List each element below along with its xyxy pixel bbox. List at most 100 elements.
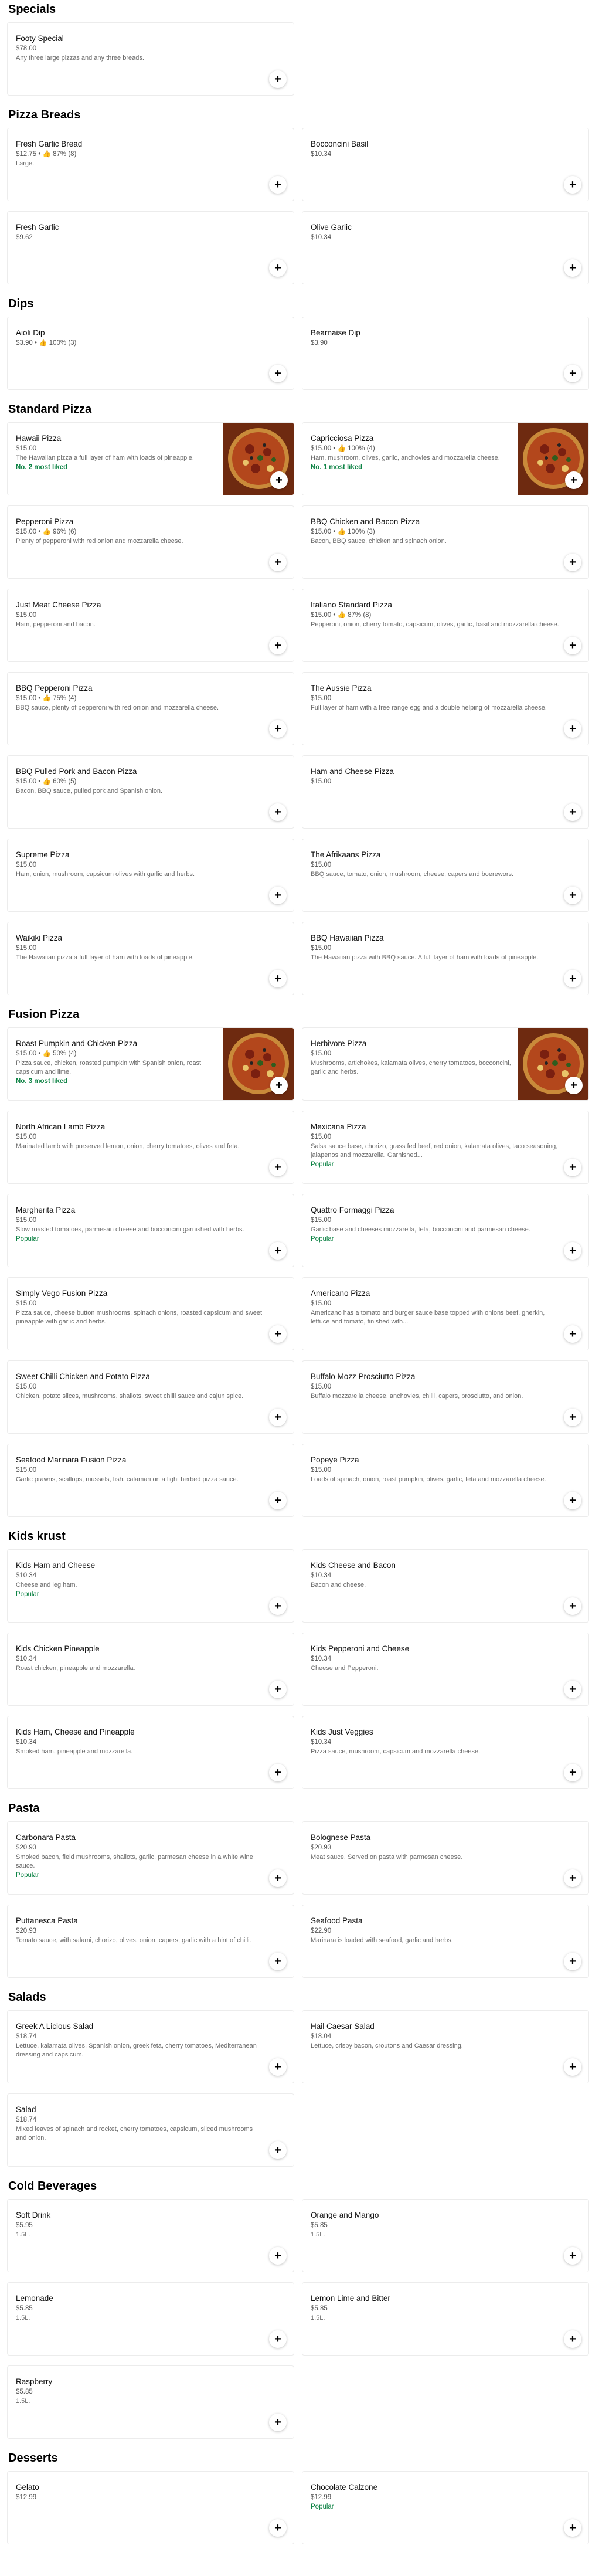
menu-item-card[interactable]: North African Lamb Pizza $15.00 Marinate… <box>7 1111 294 1184</box>
add-to-cart-button[interactable]: + <box>564 887 581 904</box>
menu-item-card[interactable]: Kids Ham and Cheese $10.34 Cheese and le… <box>7 1549 294 1623</box>
menu-item-card[interactable]: Raspberry $5.85 1.5L. + <box>7 2365 294 2439</box>
menu-item-card[interactable]: Kids Just Veggies $10.34 Pizza sauce, mu… <box>302 1716 589 1789</box>
add-to-cart-button[interactable]: + <box>269 2330 287 2348</box>
menu-item-card[interactable]: Lemon Lime and Bitter $5.85 1.5L. + <box>302 2282 589 2356</box>
add-to-cart-button[interactable]: + <box>269 1159 287 1176</box>
menu-item-card[interactable]: Margherita Pizza $15.00 Slow roasted tom… <box>7 1194 294 1267</box>
add-to-cart-button[interactable]: + <box>564 1159 581 1176</box>
menu-item-card[interactable]: Buffalo Mozz Prosciutto Pizza $15.00 Buf… <box>302 1360 589 1434</box>
menu-item-card[interactable]: Popeye Pizza $15.00 Loads of spinach, on… <box>302 1444 589 1517</box>
add-to-cart-button[interactable]: + <box>564 365 581 382</box>
add-to-cart-button[interactable]: + <box>269 1764 287 1781</box>
add-to-cart-button[interactable]: + <box>564 1409 581 1426</box>
add-to-cart-button[interactable]: + <box>564 2330 581 2348</box>
menu-item-card[interactable]: Waikiki Pizza $15.00 The Hawaiian pizza … <box>7 922 294 995</box>
add-to-cart-button[interactable]: + <box>269 176 287 194</box>
menu-item-card[interactable]: Bearnaise Dip $3.90 + <box>302 317 589 390</box>
menu-item-card[interactable]: Olive Garlic $10.34 + <box>302 211 589 284</box>
add-to-cart-button[interactable]: + <box>564 176 581 194</box>
menu-item-card[interactable]: Supreme Pizza $15.00 Ham, onion, mushroo… <box>7 839 294 912</box>
menu-item-card[interactable]: Sweet Chilli Chicken and Potato Pizza $1… <box>7 1360 294 1434</box>
add-to-cart-button[interactable]: + <box>564 970 581 987</box>
menu-item-card[interactable]: Fresh Garlic Bread $12.75 • 👍 87% (8) La… <box>7 128 294 201</box>
add-to-cart-button[interactable]: + <box>270 471 288 489</box>
add-to-cart-button[interactable]: + <box>564 1242 581 1260</box>
add-to-cart-button[interactable]: + <box>269 887 287 904</box>
menu-item-card[interactable]: Italiano Standard Pizza $15.00 • 👍 87% (… <box>302 589 589 662</box>
menu-item-card[interactable]: Roast Pumpkin and Chicken Pizza $15.00 •… <box>7 1027 294 1101</box>
add-to-cart-button[interactable]: + <box>564 1869 581 1887</box>
menu-item-card[interactable]: Gelato $12.99 + <box>7 2471 294 2544</box>
add-to-cart-button[interactable]: + <box>564 1953 581 1970</box>
add-to-cart-button[interactable]: + <box>564 1325 581 1343</box>
add-to-cart-button[interactable]: + <box>269 2058 287 2076</box>
add-to-cart-button[interactable]: + <box>269 554 287 571</box>
add-to-cart-button[interactable]: + <box>564 2519 581 2537</box>
add-to-cart-button[interactable]: + <box>269 1597 287 1615</box>
add-to-cart-button[interactable]: + <box>564 1764 581 1781</box>
menu-item-card[interactable]: Orange and Mango $5.85 1.5L. + <box>302 2199 589 2272</box>
menu-item-card[interactable]: Quattro Formaggi Pizza $15.00 Garlic bas… <box>302 1194 589 1267</box>
pizza-photo[interactable]: + <box>223 1028 294 1100</box>
menu-item-card[interactable]: Seafood Marinara Fusion Pizza $15.00 Gar… <box>7 1444 294 1517</box>
menu-item-card[interactable]: BBQ Pepperoni Pizza $15.00 • 👍 75% (4) B… <box>7 672 294 745</box>
add-to-cart-button[interactable]: + <box>269 1869 287 1887</box>
menu-item-card[interactable]: Seafood Pasta $22.90 Marinara is loaded … <box>302 1905 589 1978</box>
menu-item-card[interactable]: Kids Pepperoni and Cheese $10.34 Cheese … <box>302 1633 589 1706</box>
add-to-cart-button[interactable]: + <box>565 471 583 489</box>
menu-item-card[interactable]: Puttanesca Pasta $20.93 Tomato sauce, wi… <box>7 1905 294 1978</box>
menu-item-card[interactable]: Just Meat Cheese Pizza $15.00 Ham, peppe… <box>7 589 294 662</box>
menu-item-card[interactable]: Greek A Licious Salad $18.74 Lettuce, ka… <box>7 2010 294 2083</box>
menu-item-card[interactable]: Mexicana Pizza $15.00 Salsa sauce base, … <box>302 1111 589 1184</box>
add-to-cart-button[interactable]: + <box>564 803 581 821</box>
menu-item-card[interactable]: Fresh Garlic $9.62 + <box>7 211 294 284</box>
menu-item-card[interactable]: Kids Cheese and Bacon $10.34 Bacon and c… <box>302 1549 589 1623</box>
add-to-cart-button[interactable]: + <box>269 803 287 821</box>
menu-item-card[interactable]: The Aussie Pizza $15.00 Full layer of ha… <box>302 672 589 745</box>
menu-item-card[interactable]: Salad $18.74 Mixed leaves of spinach and… <box>7 2093 294 2167</box>
menu-item-card[interactable]: Lemonade $5.85 1.5L. + <box>7 2282 294 2356</box>
add-to-cart-button[interactable]: + <box>564 2058 581 2076</box>
add-to-cart-button[interactable]: + <box>269 1681 287 1698</box>
add-to-cart-button[interactable]: + <box>269 1325 287 1343</box>
add-to-cart-button[interactable]: + <box>269 720 287 738</box>
add-to-cart-button[interactable]: + <box>269 2414 287 2431</box>
pizza-photo[interactable]: + <box>518 1028 588 1100</box>
menu-item-card[interactable]: Kids Chicken Pineapple $10.34 Roast chic… <box>7 1633 294 1706</box>
add-to-cart-button[interactable]: + <box>269 70 287 88</box>
add-to-cart-button[interactable]: + <box>564 1492 581 1509</box>
add-to-cart-button[interactable]: + <box>269 1242 287 1260</box>
menu-item-card[interactable]: Simply Vego Fusion Pizza $15.00 Pizza sa… <box>7 1277 294 1350</box>
menu-item-card[interactable]: Bocconcini Basil $10.34 + <box>302 128 589 201</box>
add-to-cart-button[interactable]: + <box>564 554 581 571</box>
menu-item-card[interactable]: Hawaii Pizza $15.00 The Hawaiian pizza a… <box>7 422 294 495</box>
menu-item-card[interactable]: Hail Caesar Salad $18.04 Lettuce, crispy… <box>302 2010 589 2083</box>
add-to-cart-button[interactable]: + <box>565 1077 583 1094</box>
add-to-cart-button[interactable]: + <box>564 259 581 277</box>
add-to-cart-button[interactable]: + <box>269 259 287 277</box>
add-to-cart-button[interactable]: + <box>269 637 287 654</box>
menu-item-card[interactable]: Chocolate Calzone $12.99 Popular + <box>302 2471 589 2544</box>
add-to-cart-button[interactable]: + <box>269 2519 287 2537</box>
add-to-cart-button[interactable]: + <box>269 1953 287 1970</box>
menu-item-card[interactable]: Carbonara Pasta $20.93 Smoked bacon, fie… <box>7 1821 294 1895</box>
menu-item-card[interactable]: BBQ Pulled Pork and Bacon Pizza $15.00 •… <box>7 755 294 829</box>
add-to-cart-button[interactable]: + <box>269 365 287 382</box>
add-to-cart-button[interactable]: + <box>269 970 287 987</box>
menu-item-card[interactable]: Aioli Dip $3.90 • 👍 100% (3) + <box>7 317 294 390</box>
menu-item-card[interactable]: Ham and Cheese Pizza $15.00 + <box>302 755 589 829</box>
menu-item-card[interactable]: BBQ Chicken and Bacon Pizza $15.00 • 👍 1… <box>302 505 589 579</box>
pizza-photo[interactable]: + <box>518 423 588 495</box>
add-to-cart-button[interactable]: + <box>269 2247 287 2265</box>
add-to-cart-button[interactable]: + <box>564 637 581 654</box>
menu-item-card[interactable]: Kids Ham, Cheese and Pineapple $10.34 Sm… <box>7 1716 294 1789</box>
menu-item-card[interactable]: Footy Special $78.00 Any three large piz… <box>7 22 294 96</box>
add-to-cart-button[interactable]: + <box>564 1597 581 1615</box>
menu-item-card[interactable]: Pepperoni Pizza $15.00 • 👍 96% (6) Plent… <box>7 505 294 579</box>
add-to-cart-button[interactable]: + <box>270 1077 288 1094</box>
menu-item-card[interactable]: Capricciosa Pizza $15.00 • 👍 100% (4) Ha… <box>302 422 589 495</box>
menu-item-card[interactable]: BBQ Hawaiian Pizza $15.00 The Hawaiian p… <box>302 922 589 995</box>
add-to-cart-button[interactable]: + <box>564 1681 581 1698</box>
menu-item-card[interactable]: The Afrikaans Pizza $15.00 BBQ sauce, to… <box>302 839 589 912</box>
